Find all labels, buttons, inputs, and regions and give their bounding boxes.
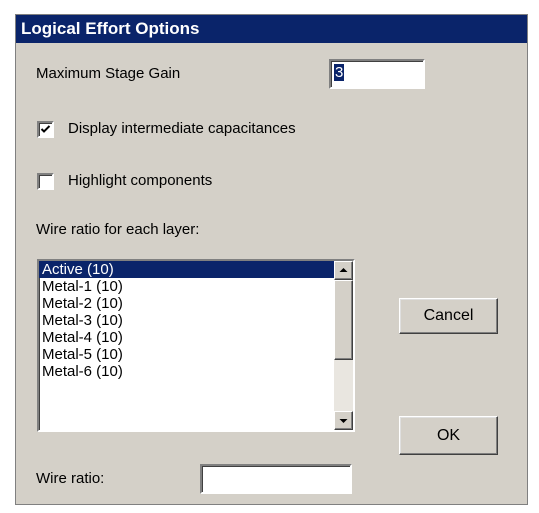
wire-ratio-layers-label: Wire ratio for each layer: — [36, 221, 200, 238]
layer-list-item[interactable]: Metal-6 (10) — [39, 363, 353, 380]
layer-list: Active (10) Metal-1 (10) Metal-2 (10) Metal… — [39, 261, 353, 380]
layer-scrollbar[interactable] — [334, 261, 353, 430]
wire-ratio-input[interactable] — [200, 464, 352, 494]
highlight-components-label: Highlight components — [68, 172, 213, 189]
checkmark-icon — [40, 125, 51, 133]
display-caps-checkbox[interactable] — [37, 121, 54, 138]
highlight-components-checkbox[interactable] — [37, 173, 54, 190]
layer-list-item[interactable]: Metal-4 (10) — [39, 329, 353, 346]
scroll-down-button[interactable] — [334, 411, 353, 430]
scroll-thumb[interactable] — [334, 280, 353, 360]
max-stage-gain-input[interactable]: 3 — [329, 59, 425, 89]
cancel-button[interactable]: Cancel — [399, 298, 498, 334]
layer-list-item[interactable]: Metal-1 (10) — [39, 278, 353, 295]
wire-ratio-label: Wire ratio: — [36, 470, 105, 487]
max-stage-gain-value: 3 — [334, 64, 345, 81]
max-stage-gain-label: Maximum Stage Gain — [36, 65, 181, 82]
ok-button[interactable]: OK — [399, 416, 498, 455]
layer-list-item[interactable]: Active (10) — [39, 261, 353, 278]
layer-list-item[interactable]: Metal-3 (10) — [39, 312, 353, 329]
layer-listbox[interactable]: Active (10) Metal-1 (10) Metal-2 (10) Metal… — [37, 259, 355, 432]
layer-list-item[interactable]: Metal-2 (10) — [39, 295, 353, 312]
layer-list-item[interactable]: Metal-5 (10) — [39, 346, 353, 363]
logical-effort-dialog: Logical Effort Options Maximum Stage Gai… — [15, 14, 528, 505]
arrow-up-icon — [339, 268, 348, 272]
scroll-up-button[interactable] — [334, 261, 353, 280]
arrow-down-icon — [339, 419, 348, 423]
display-caps-label: Display intermediate capacitances — [68, 120, 296, 137]
dialog-title: Logical Effort Options — [16, 15, 527, 43]
